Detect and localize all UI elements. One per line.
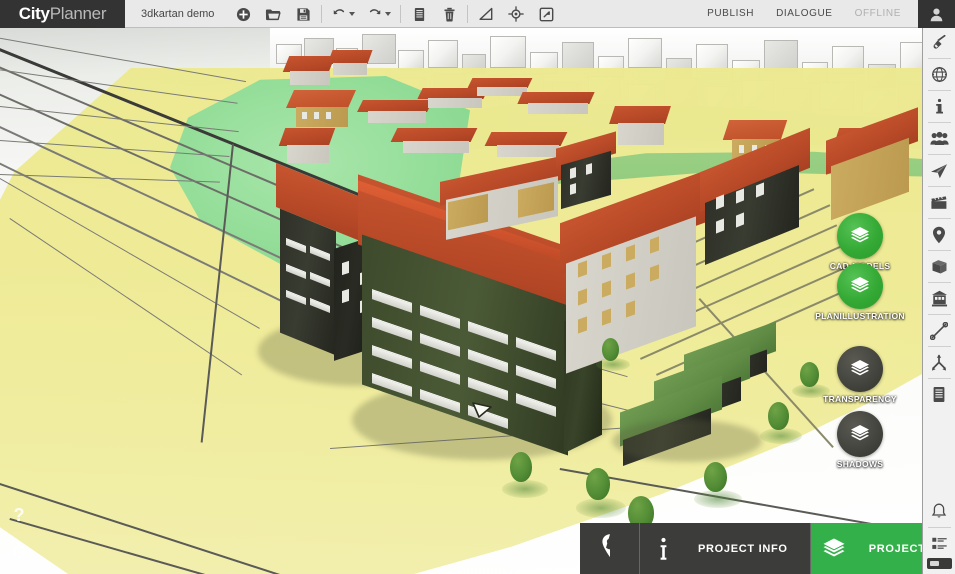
cityplanner-app: CityPlanner 3dkartan demo PUBLISH DIALOG… xyxy=(0,0,955,574)
info-icon xyxy=(640,535,686,563)
project-info-button[interactable]: PROJECT INFO xyxy=(640,523,811,574)
sidebar-item-people[interactable] xyxy=(923,124,955,153)
sidebar-item-volume[interactable] xyxy=(923,252,955,281)
sidebar-item-paint[interactable] xyxy=(923,28,955,57)
layers-icon xyxy=(837,263,883,309)
sidebar-item-document[interactable] xyxy=(923,380,955,409)
toolbar-divider xyxy=(400,4,402,23)
sidebar-item-path[interactable] xyxy=(923,348,955,377)
dialogue-button[interactable]: DIALOGUE xyxy=(765,0,843,28)
layers-icon xyxy=(811,535,857,563)
layer-toggle-transparency[interactable]: TRANSPARENCY xyxy=(823,346,897,404)
save-project-button[interactable] xyxy=(288,0,318,28)
toolbar-divider xyxy=(321,4,323,23)
sidebar-divider xyxy=(927,527,951,528)
project-name-label[interactable]: 3dkartan demo xyxy=(125,0,228,27)
layer-toggle-shadows[interactable]: SHADOWS xyxy=(837,411,883,469)
toolbar-action-links: PUBLISH DIALOGUE OFFLINE xyxy=(696,0,912,27)
overlay-help-controls: ? xyxy=(8,504,30,568)
sidebar-item-marker[interactable] xyxy=(923,220,955,249)
city-model-scene: CAD-MODELS PLANILLUSTRATION TRANSPARENCY… xyxy=(0,28,922,574)
sidebar-item-send[interactable] xyxy=(923,156,955,185)
layers-icon xyxy=(837,346,883,392)
help-button[interactable]: ? xyxy=(8,504,30,531)
sidebar-divider xyxy=(927,122,951,123)
map-3d-viewport[interactable]: CAD-MODELS PLANILLUSTRATION TRANSPARENCY… xyxy=(0,28,922,574)
sidebar-divider xyxy=(927,250,951,251)
project-info-label: PROJECT INFO xyxy=(698,542,788,555)
target-button[interactable] xyxy=(501,0,531,28)
sidebar-item-info[interactable] xyxy=(923,92,955,121)
sidebar-divider xyxy=(927,90,951,91)
logo-planner-text: Planner xyxy=(49,4,107,23)
bottom-action-bar: PROJECT INFO PROJECT CONTENT xyxy=(580,523,955,574)
sidebar-item-legend[interactable] xyxy=(923,529,955,558)
publish-button[interactable]: PUBLISH xyxy=(696,0,765,28)
sidebar-divider xyxy=(927,314,951,315)
sidebar-divider xyxy=(927,154,951,155)
layer-toggle-label: TRANSPARENCY xyxy=(823,394,897,404)
trees xyxy=(0,28,922,574)
layer-toggle-label: SHADOWS xyxy=(836,459,884,469)
edit-actions-group xyxy=(404,0,464,28)
collapse-pill-handle[interactable] xyxy=(926,558,952,569)
tools-group xyxy=(471,0,561,28)
locate-button[interactable] xyxy=(580,523,640,574)
sidebar-item-notifications[interactable] xyxy=(923,497,955,526)
sidebar-divider xyxy=(927,186,951,187)
history-actions-group xyxy=(325,0,397,28)
location-pin-icon xyxy=(597,532,623,565)
gear-icon[interactable] xyxy=(8,541,30,568)
sidebar-divider xyxy=(927,378,951,379)
open-project-button[interactable] xyxy=(258,0,288,28)
external-link-button[interactable] xyxy=(531,0,561,28)
layers-icon xyxy=(837,213,883,259)
top-toolbar: CityPlanner 3dkartan demo PUBLISH DIALOG… xyxy=(0,0,955,28)
layer-toggle-label: PLANILLUSTRATION xyxy=(815,311,905,321)
sidebar-item-building[interactable] xyxy=(923,284,955,313)
right-tool-sidebar xyxy=(922,28,955,574)
layers-icon xyxy=(837,411,883,457)
undo-dropdown-caret[interactable] xyxy=(348,12,355,16)
sidebar-item-measure[interactable] xyxy=(923,316,955,345)
undo-button[interactable] xyxy=(325,0,361,28)
offline-button[interactable]: OFFLINE xyxy=(844,0,912,28)
logo-city-text: City xyxy=(18,4,50,23)
svg-text:?: ? xyxy=(14,505,25,525)
redo-button[interactable] xyxy=(361,0,397,28)
sidebar-divider xyxy=(927,282,951,283)
sidebar-divider xyxy=(927,58,951,59)
notes-button[interactable] xyxy=(404,0,434,28)
user-avatar-icon[interactable] xyxy=(918,0,955,28)
file-actions-group xyxy=(228,0,318,28)
new-project-button[interactable] xyxy=(228,0,258,28)
delete-button[interactable] xyxy=(434,0,464,28)
sidebar-divider xyxy=(927,346,951,347)
sidebar-item-network[interactable] xyxy=(923,60,955,89)
layer-toggle-planillustration[interactable]: PLANILLUSTRATION xyxy=(815,263,905,321)
toolbar-divider xyxy=(467,4,469,23)
app-logo[interactable]: CityPlanner xyxy=(0,0,125,28)
redo-dropdown-caret[interactable] xyxy=(384,12,391,16)
sidebar-item-media[interactable] xyxy=(923,188,955,217)
sidebar-divider xyxy=(927,218,951,219)
measure-button[interactable] xyxy=(471,0,501,28)
